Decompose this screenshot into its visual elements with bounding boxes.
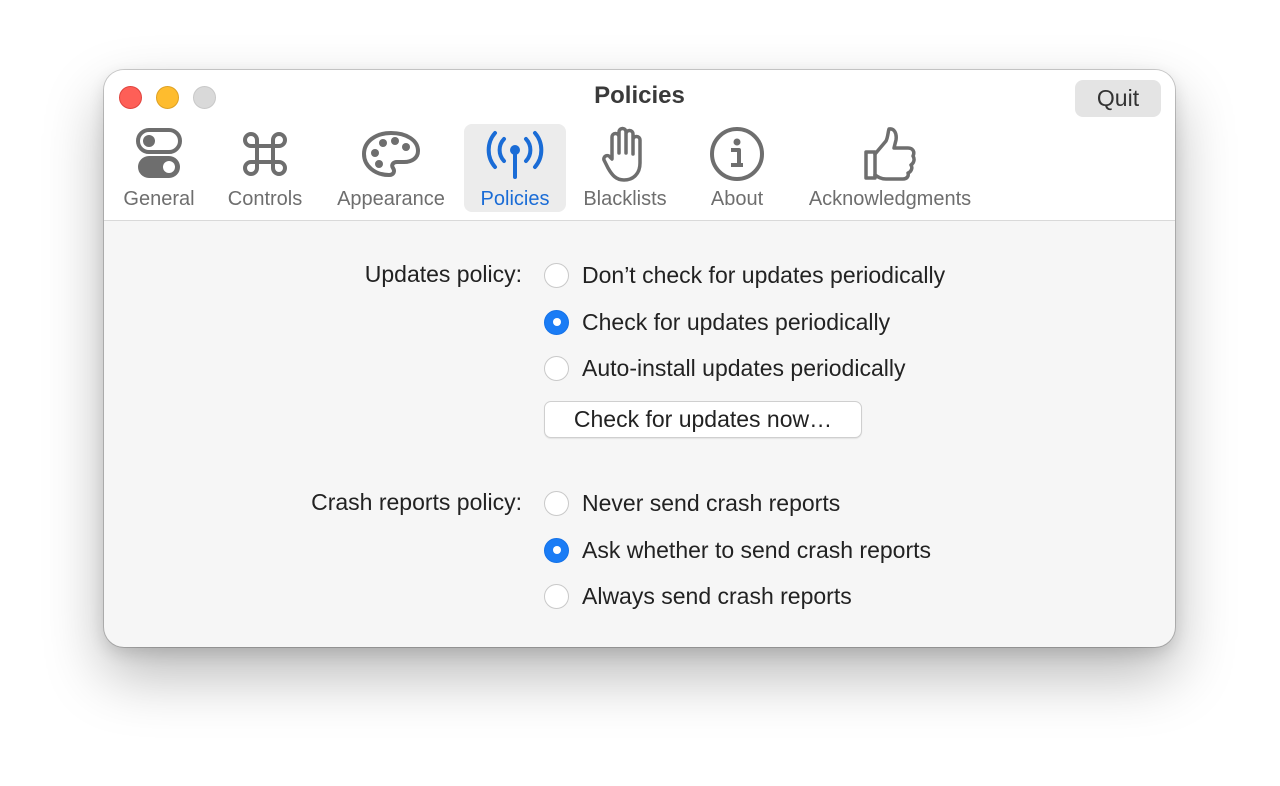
check-for-updates-now-button[interactable]: Check for updates now… [544, 401, 862, 438]
toolbar: Policies Quit General Controls Appearanc… [104, 70, 1175, 221]
tab-about-label: About [710, 188, 764, 210]
window-title: Policies [594, 82, 685, 109]
raised-hand-icon [580, 126, 670, 182]
radio-label: Never send crash reports [582, 489, 841, 516]
radio-button[interactable] [544, 355, 569, 381]
radio-always-send-crash-reports[interactable]: Always send crash reports [544, 581, 852, 611]
radio-label: Check for updates periodically [582, 308, 891, 335]
radio-button[interactable] [544, 583, 569, 609]
tab-controls-label: Controls [227, 188, 303, 210]
radio-label: Always send crash reports [582, 582, 852, 609]
radio-label: Auto-install updates periodically [582, 354, 906, 381]
tab-policies[interactable]: Policies [464, 124, 566, 212]
tab-appearance[interactable]: Appearance [337, 124, 445, 212]
radio-button-selected[interactable] [544, 309, 569, 335]
toggle-switches-icon [118, 126, 200, 182]
tab-blacklists[interactable]: Blacklists [580, 124, 670, 212]
preferences-window: Policies Quit General Controls Appearanc… [104, 70, 1175, 647]
radio-button[interactable] [544, 262, 569, 288]
command-key-icon [222, 126, 308, 182]
radio-button-selected[interactable] [544, 537, 569, 563]
tab-appearance-label: Appearance [337, 188, 445, 210]
radio-ask-send-crash-reports[interactable]: Ask whether to send crash reports [544, 535, 931, 565]
tab-about[interactable]: About [698, 124, 776, 212]
antenna-broadcast-icon [464, 126, 566, 182]
tab-controls[interactable]: Controls [222, 124, 308, 212]
updates-policy-label: Updates policy: [364, 261, 522, 287]
radio-auto-install-updates[interactable]: Auto-install updates periodically [544, 353, 905, 383]
tab-acknowledgments-label: Acknowledgments [808, 188, 972, 210]
radio-label: Ask whether to send crash reports [582, 536, 931, 563]
radio-check-updates-periodically[interactable]: Check for updates periodically [544, 307, 890, 337]
radio-button[interactable] [544, 490, 569, 516]
info-circle-icon [698, 126, 776, 182]
radio-dont-check-updates[interactable]: Don’t check for updates periodically [544, 260, 945, 290]
radio-never-send-crash-reports[interactable]: Never send crash reports [544, 488, 840, 518]
radio-label: Don’t check for updates periodically [582, 261, 946, 288]
crash-reports-policy-label: Crash reports policy: [311, 489, 522, 515]
quit-button[interactable]: Quit [1075, 80, 1161, 117]
tab-blacklists-label: Blacklists [583, 188, 667, 210]
thumbs-up-icon [804, 126, 976, 182]
tab-acknowledgments[interactable]: Acknowledgments [804, 124, 976, 212]
tab-general[interactable]: General [118, 124, 200, 212]
palette-icon [341, 126, 441, 182]
